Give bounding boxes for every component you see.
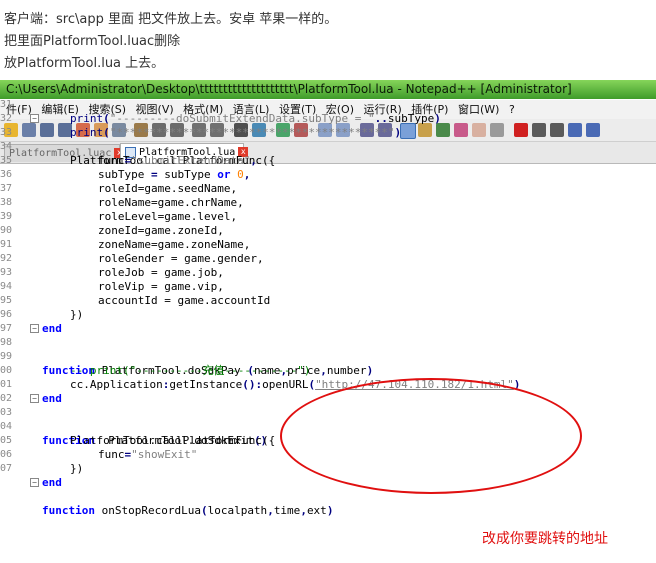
code-line: 34 func="submitExtendData", (0, 126, 257, 167)
intro-line-2: 把里面PlatformTool.luac删除 (4, 34, 181, 49)
code-text: }) (70, 462, 84, 475)
code-text: roleJob = game.job, (98, 266, 224, 279)
code-text: accountId = game.accountId (98, 294, 271, 307)
code-line: 97 (0, 308, 27, 334)
code-text: subType = subType or 0, (98, 168, 251, 181)
code-line: 98 − function PlatformTool.doSdkPay (nam… (0, 322, 373, 377)
code-text: roleLevel=game.level, (98, 210, 238, 223)
code-text: zoneId=game.zoneId, (98, 224, 224, 237)
code-text: print("*********************************… (70, 126, 402, 139)
code-line: 03 − function PlatformTool.doSdkExit() (0, 392, 267, 447)
fold-toggle-icon[interactable]: − (30, 478, 39, 487)
code-line: 35 subType = subType or 0, (0, 140, 250, 181)
code-text: end (42, 392, 62, 405)
line-number: 07 (0, 463, 13, 474)
code-text: roleVip = game.vip, (98, 280, 224, 293)
code-text: }) (70, 308, 84, 321)
intro-line-1: 客户端：src\app 里面 把文件放上去。安卓 苹果一样的。 (4, 12, 338, 27)
code-line: 05 func="showExit" (0, 420, 197, 461)
code-line: 33 − PlatformTool.callPlatformFunc({ (0, 112, 275, 167)
code-line: 36 roleId=game.seedName, (0, 154, 237, 195)
code-line: 93 roleVip = game.vip, (0, 252, 224, 293)
code-text: print("---------doSubmitExtendData.subTy… (70, 112, 441, 125)
code-line: 00 cc.Application:getInstance():openURL(… (0, 350, 520, 391)
fold-toggle-icon[interactable]: − (30, 114, 39, 123)
fold-toggle-icon[interactable]: − (30, 324, 39, 333)
code-line: 91 roleGender = game.gender, (0, 224, 264, 265)
code-line: 01 end (0, 364, 62, 405)
code-text: PlatformTool.callPlatformFunc({ (70, 434, 276, 447)
intro-line-3: 放PlatformTool.lua 上去。 (4, 56, 165, 71)
code-line: 90 zoneName=game.zoneName, (0, 210, 250, 251)
code-text: end (42, 476, 62, 489)
code-line: 99 -- print("----------充值-----------") (0, 336, 311, 377)
code-line: 37 roleName=game.chrName, (0, 168, 244, 209)
code-text: end (42, 322, 62, 335)
fold-toggle-icon[interactable]: − (30, 394, 39, 403)
code-text: roleId=game.seedName, (98, 182, 238, 195)
code-line: 32 print("******************************… (0, 98, 401, 139)
code-line: 92 roleJob = game.job, (0, 238, 224, 279)
code-text: roleName=game.chrName, (98, 196, 244, 209)
annotation-text: 改成你要跳转的地址 (482, 531, 608, 547)
code-line: 07 end (0, 448, 62, 489)
code-text: -- print("----------充值-----------") (70, 364, 311, 377)
code-text: roleGender = game.gender, (98, 252, 264, 265)
code-line: 06 }) (0, 434, 83, 475)
code-text: func="showExit" (98, 448, 198, 461)
code-text: func="submitExtendData", (98, 154, 257, 167)
code-line: 96 end (0, 294, 62, 335)
code-line: 94 accountId = game.accountId (0, 266, 270, 307)
code-line: 95 }) (0, 280, 83, 321)
code-line: 04 PlatformTool.callPlatformFunc({ (0, 406, 275, 447)
code-line: 02 (0, 378, 27, 404)
code-line: 31 print("---------doSubmitExtendData.su… (0, 84, 441, 125)
code-text: function onStopRecordLua(localpath,time,… (42, 504, 334, 517)
code-text: zoneName=game.zoneName, (98, 238, 251, 251)
highlight-circle (280, 378, 582, 494)
code-line: 39 zoneId=game.zoneId, (0, 196, 224, 237)
code-line: − function onStopRecordLua(localpath,tim… (0, 476, 333, 517)
code-line: 38 roleLevel=game.level, (0, 182, 237, 223)
